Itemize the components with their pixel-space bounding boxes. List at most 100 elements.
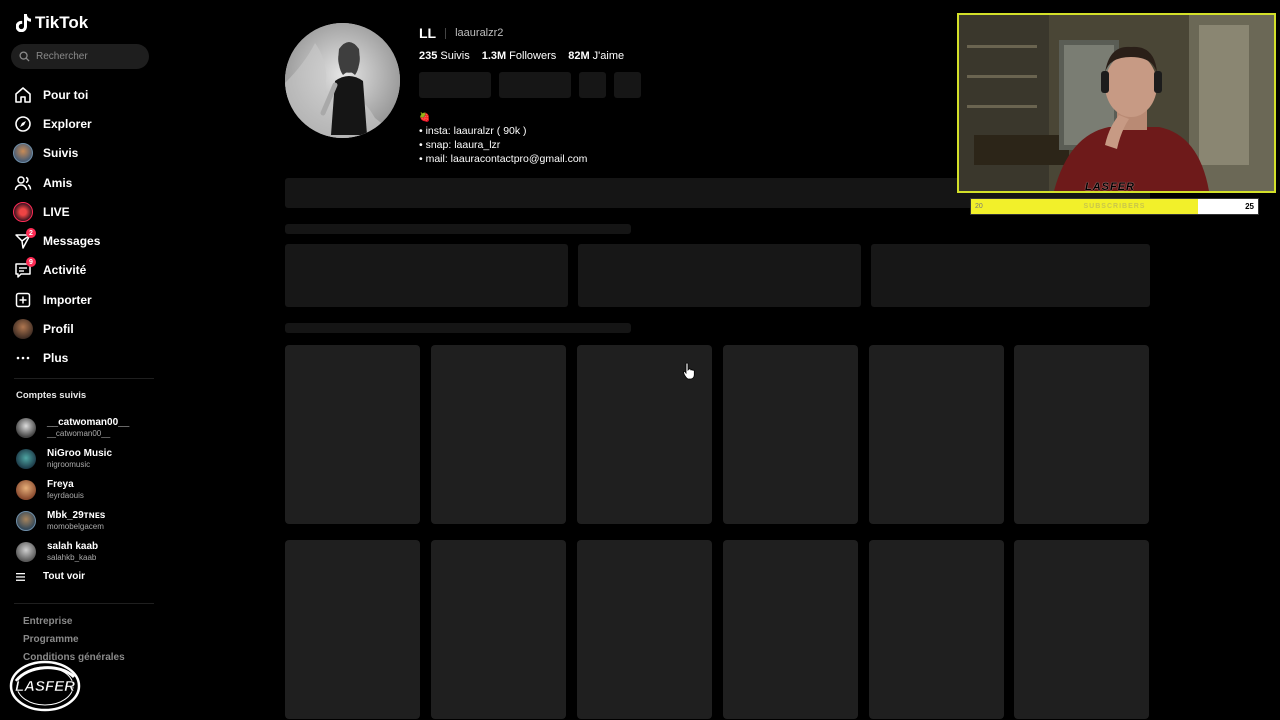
search-box[interactable]: [11, 44, 149, 69]
profile-info: LL laauralzr2 235 Suivis 1.3M Followers 82…: [419, 25, 819, 166]
search-icon: [19, 51, 30, 62]
list-item[interactable]: __catwoman00__ __catwoman00__: [16, 412, 156, 443]
video-tile-skeleton[interactable]: [285, 540, 420, 719]
following-avatar-icon: [13, 143, 33, 164]
list-item[interactable]: Freya feyrdaouis: [16, 474, 156, 505]
nav-item-live[interactable]: LIVE: [13, 197, 153, 226]
see-all-button[interactable]: Tout voir: [16, 571, 85, 582]
playlist-card-skeleton: [578, 244, 861, 307]
avatar: [16, 510, 36, 531]
nav-label: Suivis: [43, 146, 79, 161]
nav-item-activite[interactable]: 9 Activité: [13, 256, 153, 285]
webcam-label: LASFER: [1085, 181, 1135, 193]
home-icon: [13, 85, 33, 105]
nav-label: Plus: [43, 351, 69, 366]
tiktok-logo[interactable]: TikTok: [16, 13, 88, 33]
account-name: __catwoman00__: [47, 416, 130, 428]
playlist-card-skeleton: [871, 244, 1150, 307]
search-input[interactable]: [36, 51, 136, 62]
nav-item-amis[interactable]: Amis: [13, 168, 153, 197]
account-name: salah kaab: [47, 540, 99, 552]
account-name: Freya: [47, 478, 74, 490]
nav-label: LIVE: [43, 204, 70, 219]
friends-icon: [13, 173, 33, 193]
account-username: momobelgacem: [47, 521, 104, 531]
profile-stats: 235 Suivis 1.3M Followers 82M J'aime: [419, 50, 819, 62]
nav-item-suivis[interactable]: Suivis: [13, 139, 153, 168]
compass-icon: [13, 114, 33, 134]
profile-display-name: LL: [419, 25, 437, 41]
account-username: nigroomusic: [47, 459, 91, 469]
list-icon: [16, 572, 25, 581]
video-tile-skeleton[interactable]: [723, 540, 858, 719]
nav-label: Amis: [43, 175, 73, 190]
list-item[interactable]: Mbk_29ᴛɴᴇs momobelgacem: [16, 505, 156, 536]
webcam-overlay: LASFER: [957, 13, 1276, 193]
sidebar-divider: [14, 378, 154, 379]
nav-item-plus[interactable]: Plus: [13, 344, 153, 373]
sidebar: TikTok Pour toi Explorer Suivis Amis LIV…: [0, 0, 160, 720]
video-tile-skeleton[interactable]: [869, 540, 1004, 719]
svg-text:LASFER: LASFER: [15, 678, 75, 695]
avatar: [16, 541, 36, 562]
video-tile-skeleton[interactable]: [723, 345, 858, 524]
subscriber-label: SUBSCRIBERS: [1083, 203, 1146, 210]
profile-avatar: [285, 23, 400, 138]
message-button-placeholder[interactable]: [499, 72, 571, 98]
nav-label: Importer: [43, 292, 92, 307]
following-list: __catwoman00__ __catwoman00__ NiGroo Musi…: [16, 412, 156, 567]
more-icon: [13, 348, 33, 368]
footer-link-programme[interactable]: Programme: [23, 631, 125, 649]
send-icon: 2: [13, 228, 36, 251]
video-tile-skeleton[interactable]: [1014, 345, 1149, 524]
video-tile-skeleton[interactable]: [1014, 540, 1149, 719]
video-tile-skeleton[interactable]: [577, 540, 712, 719]
nav-label: Activité: [43, 263, 87, 278]
stat-followers[interactable]: 1.3M Followers: [482, 50, 557, 62]
follow-button-placeholder[interactable]: [419, 72, 491, 98]
sidebar-divider: [14, 603, 154, 604]
avatar: [16, 479, 36, 500]
following-section-title: Comptes suivis: [16, 390, 87, 401]
more-button-placeholder[interactable]: [614, 72, 641, 98]
see-all-label: Tout voir: [43, 571, 86, 582]
avatar: [16, 417, 36, 438]
profile-avatar-icon: [13, 319, 33, 340]
bio-emoji: 🍓: [419, 112, 431, 122]
video-tile-skeleton[interactable]: [431, 540, 566, 719]
nav-item-importer[interactable]: Importer: [13, 285, 153, 314]
nav-item-messages[interactable]: 2 Messages: [13, 226, 153, 255]
section-heading-skeleton: [285, 224, 631, 234]
nav-item-profil[interactable]: Profil: [13, 314, 153, 343]
subscriber-goal: 25: [1245, 202, 1254, 211]
nav-label: Messages: [43, 234, 101, 249]
account-name: Mbk_29ᴛɴᴇs: [47, 509, 106, 521]
activity-badge: 9: [26, 257, 36, 268]
bio-line: • snap: laaura_lzr: [419, 139, 501, 151]
inbox-icon: 9: [13, 257, 36, 280]
footer-link-entreprise[interactable]: Entreprise: [23, 613, 125, 631]
video-tile-skeleton[interactable]: [869, 345, 1004, 524]
nav-label: Pour toi: [43, 87, 89, 102]
subscriber-goal-bar: 20 SUBSCRIBERS 25: [970, 198, 1259, 215]
list-item[interactable]: salah kaab salahkb_kaab: [16, 536, 156, 567]
profile-username: laauralzr2: [455, 27, 504, 39]
name-separator: [445, 27, 447, 39]
upload-icon: [13, 290, 33, 310]
video-tile-skeleton[interactable]: [431, 345, 566, 524]
nav-label: Profil: [43, 322, 74, 337]
account-name: NiGroo Music: [47, 447, 113, 459]
add-friend-button-placeholder[interactable]: [579, 72, 606, 98]
account-username: __catwoman00__: [47, 428, 111, 438]
video-tile-skeleton[interactable]: [285, 345, 420, 524]
list-item[interactable]: NiGroo Music nigroomusic: [16, 443, 156, 474]
logo-text: TikTok: [35, 13, 89, 32]
nav-item-explorer[interactable]: Explorer: [13, 109, 153, 138]
nav-item-pour-toi[interactable]: Pour toi: [13, 80, 153, 109]
main-nav: Pour toi Explorer Suivis Amis LIVE 2 Mes…: [13, 80, 153, 373]
tiktok-icon: [16, 14, 31, 32]
account-username: feyrdaouis: [47, 490, 84, 500]
stat-following[interactable]: 235 Suivis: [419, 50, 470, 62]
account-username: salahkb_kaab: [47, 552, 97, 562]
playlist-card-skeleton: [285, 244, 568, 307]
